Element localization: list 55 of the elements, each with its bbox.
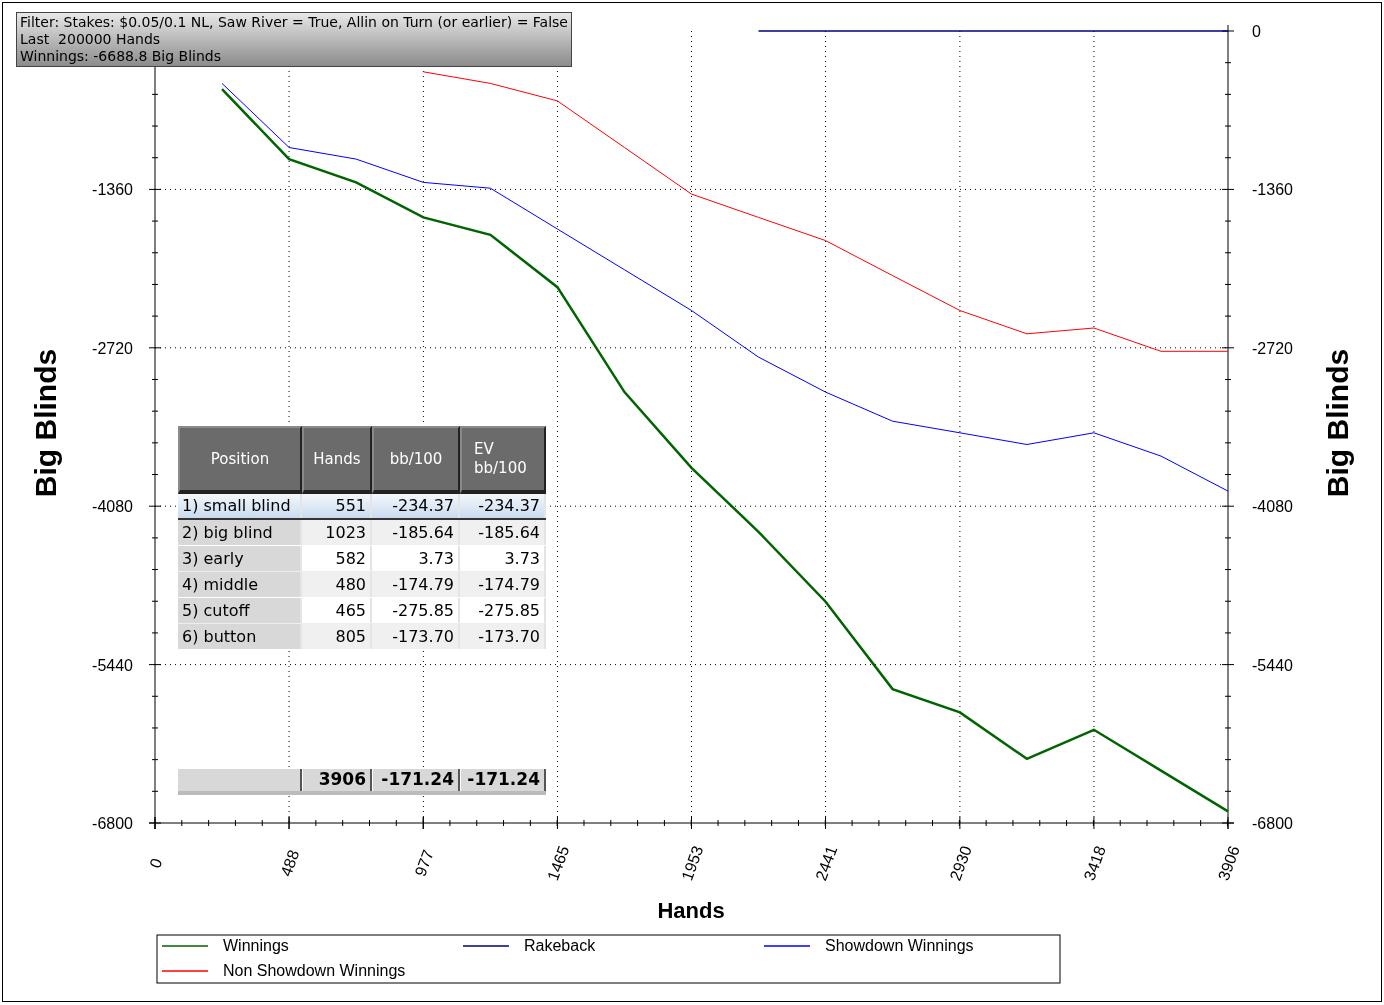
x-tick-label: 2441 — [812, 843, 841, 883]
y-tick-label: -4080 — [92, 498, 133, 516]
filter-text-line: Last 200000 Hands — [20, 31, 162, 48]
y-tick-label: -4080 — [1252, 498, 1293, 516]
table-cell: 2) big blind — [178, 520, 302, 545]
legend-label: Rakeback — [524, 937, 596, 954]
filter-text-line: Winnings: -6688.8 Big Blinds — [20, 48, 223, 65]
x-tick-label: 488 — [277, 847, 303, 879]
table-cell: 6) button — [178, 624, 302, 649]
y-tick-label: 0 — [1252, 23, 1261, 40]
x-tick-label: 2930 — [946, 843, 975, 883]
y-tick-label: -1360 — [1252, 181, 1293, 199]
column-header[interactable]: EV bb/100 — [460, 426, 546, 494]
x-tick-label: 1465 — [544, 843, 573, 883]
x-tick-label: 1953 — [678, 843, 707, 883]
total-cell: -171.24 — [372, 769, 460, 791]
table-cell: -234.37 — [372, 494, 460, 518]
table-row[interactable]: 6) button 805 -173.70 -173.70 — [178, 624, 546, 650]
table-row[interactable]: 3) early 582 3.73 3.73 — [178, 546, 546, 572]
table-row[interactable]: 4) middle 480 -174.79 -174.79 — [178, 572, 546, 598]
y-tick-label: -1360 — [92, 181, 133, 199]
table-cell: 5) cutoff — [178, 598, 302, 623]
table-cell: 1) small blind — [178, 494, 302, 518]
table-cell: 805 — [302, 624, 372, 649]
legend-label: Non Showdown Winnings — [223, 962, 406, 979]
y-tick-label: -6800 — [1252, 815, 1293, 832]
legend-label: Showdown Winnings — [825, 937, 974, 954]
y-tick-label: -5440 — [92, 656, 133, 674]
table-cell: -234.37 — [460, 494, 546, 518]
y-tick-label: -2720 — [92, 339, 133, 357]
x-tick-label: 3418 — [1080, 843, 1109, 883]
table-cell: -173.70 — [460, 624, 546, 649]
y-tick-label: -2720 — [1252, 339, 1293, 357]
y-axis-title: Big Blinds — [1321, 348, 1354, 498]
x-tick-label: 0 — [146, 856, 166, 871]
x-tick-label: 3906 — [1214, 843, 1243, 883]
y-tick-label: -5440 — [1252, 656, 1293, 674]
table-row[interactable]: 1) small blind 551 -234.37 -234.37 — [178, 494, 546, 520]
table-row[interactable]: 5) cutoff 465 -275.85 -275.85 — [178, 598, 546, 624]
total-cell: 3906 — [302, 769, 372, 791]
table-cell: 551 — [302, 494, 372, 518]
y-tick-label: -6800 — [92, 815, 133, 832]
x-tick-label: 977 — [411, 847, 437, 879]
table-cell: 3) early — [178, 546, 302, 571]
column-header[interactable]: bb/100 — [372, 426, 460, 494]
filter-text-line: Filter: Stakes: $0.05/0.1 NL, Saw River = True, Allin on Turn (or earlier) = False — [20, 14, 568, 31]
table-row[interactable]: 2) big blind 1023 -185.64 -185.64 — [178, 520, 546, 546]
x-axis-title: Hands — [657, 898, 725, 923]
table-cell: 4) middle — [178, 572, 302, 597]
table-cell: -173.70 — [372, 624, 460, 649]
legend-label: Winnings — [223, 937, 289, 954]
column-header[interactable]: Position — [178, 426, 302, 494]
total-cell: -171.24 — [460, 769, 546, 791]
y-axis-title: Big Blinds — [29, 348, 62, 498]
column-header[interactable]: Hands — [302, 426, 372, 494]
